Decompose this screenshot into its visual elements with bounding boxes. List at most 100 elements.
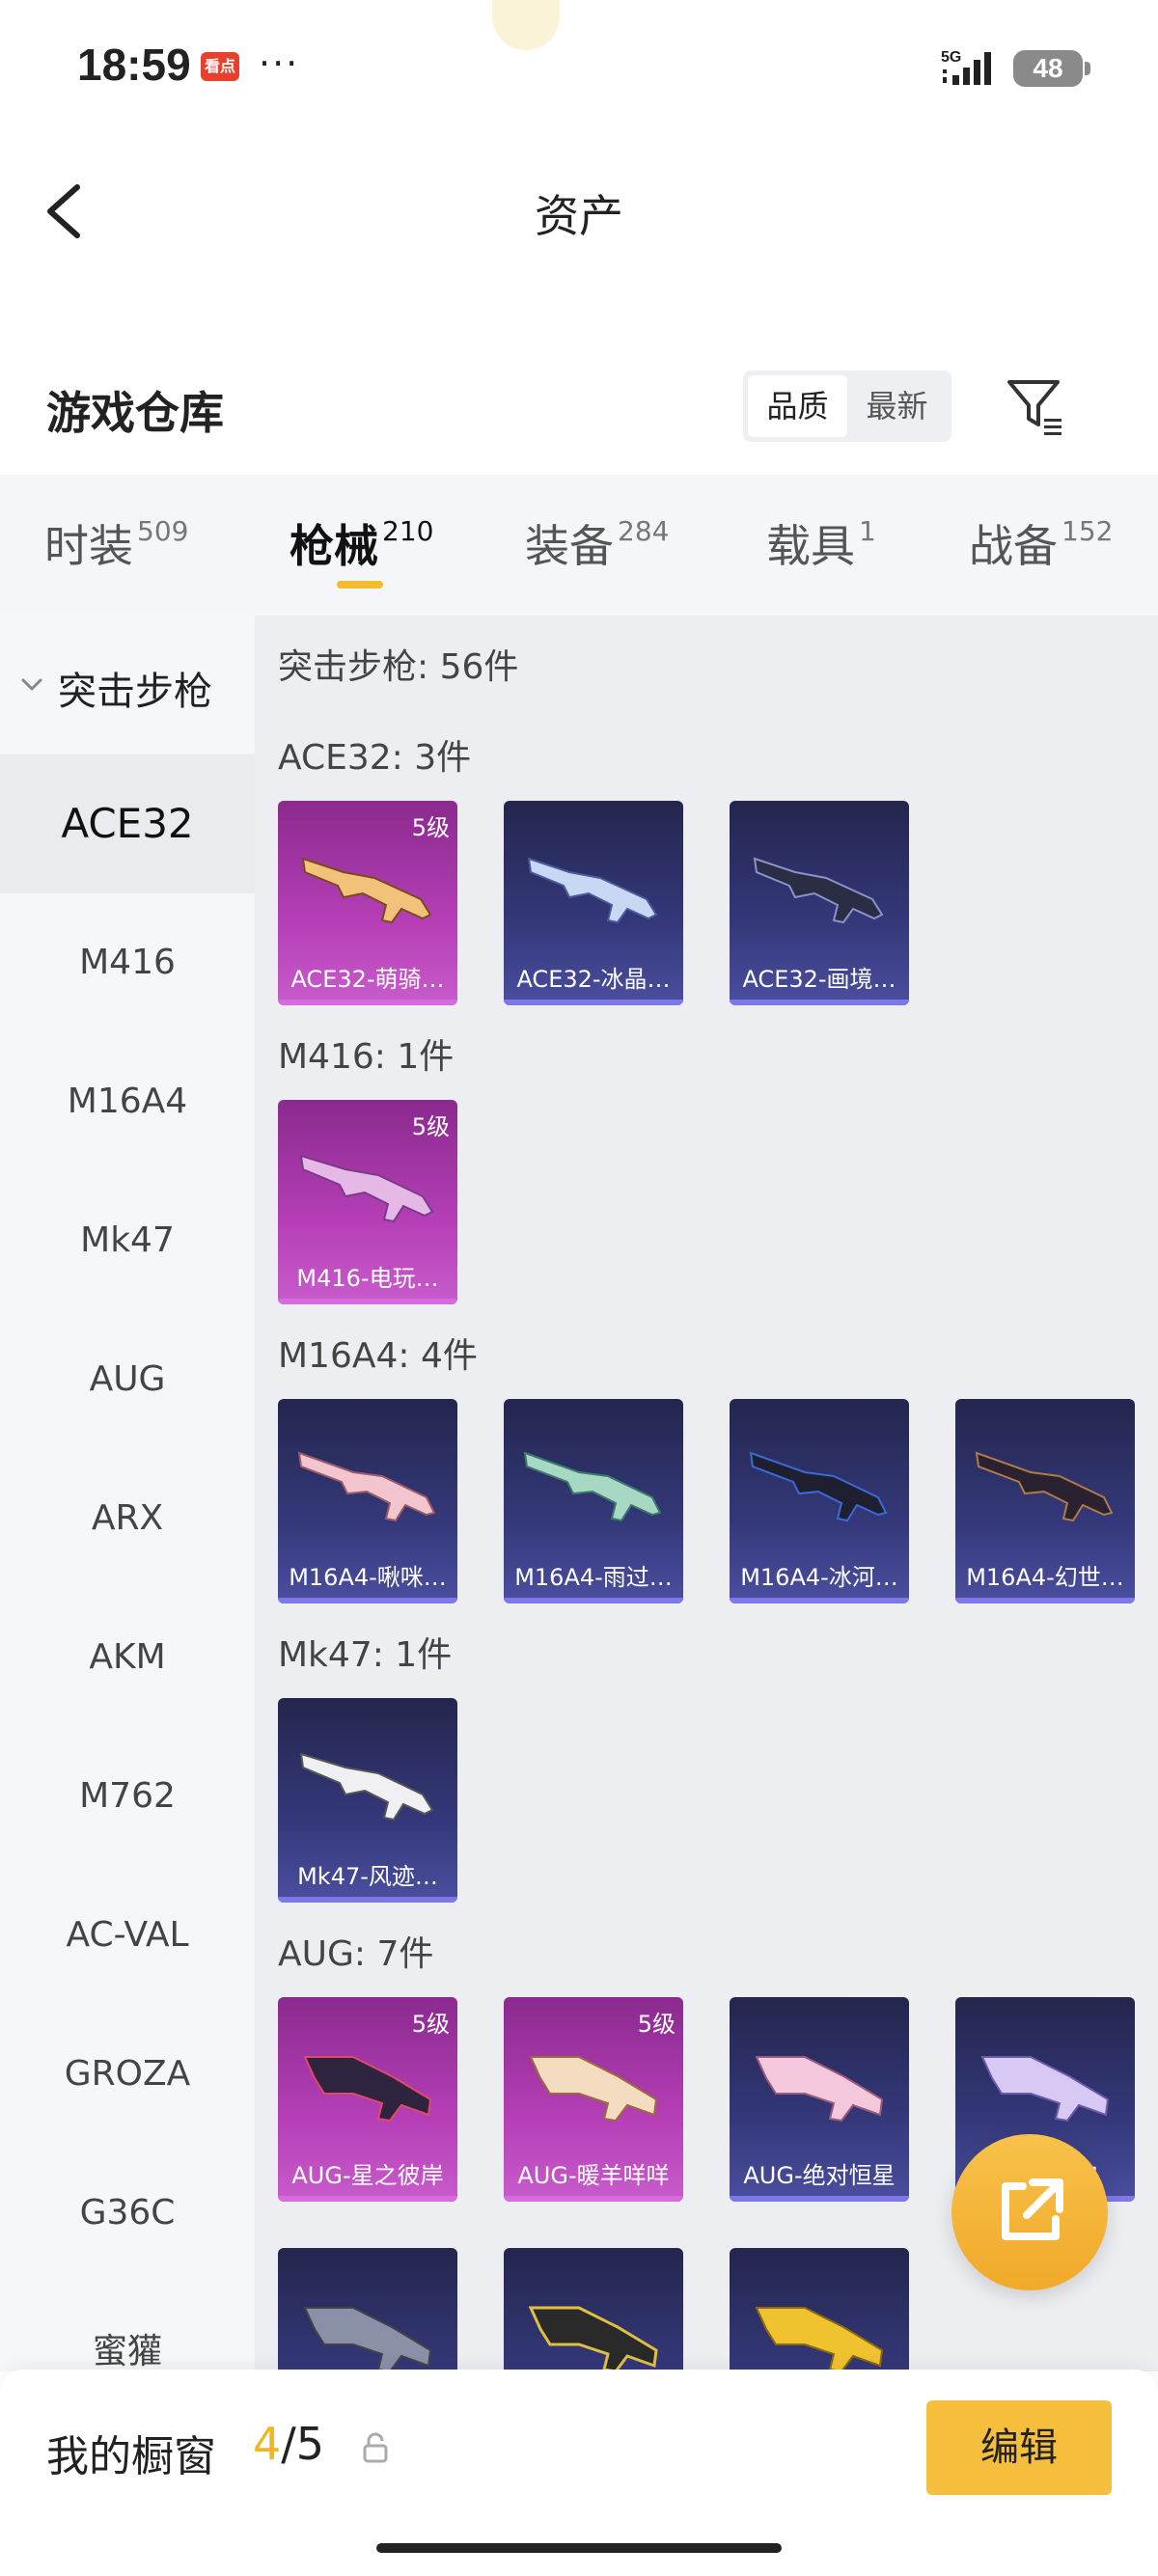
weapon-card[interactable] xyxy=(504,2248,683,2371)
more-notifications-icon: ··· xyxy=(259,42,300,85)
rarity-bar xyxy=(955,1598,1135,1603)
tab-fashion[interactable]: 时装 509 xyxy=(44,511,188,575)
rifle-icon xyxy=(523,1451,662,1522)
sidebar-item-ac-val[interactable]: AC-VAL xyxy=(0,1866,255,2005)
tab-battle-gear[interactable]: 战备 152 xyxy=(969,511,1113,575)
tab-count: 509 xyxy=(137,515,189,547)
weapon-name: M16A4-幻世… xyxy=(966,1564,1124,1591)
weapon-card[interactable]: AUG-绝对恒星 xyxy=(730,1997,909,2202)
tab-vehicles[interactable]: 载具 1 xyxy=(766,511,876,575)
sort-by-newest-button[interactable]: 最新 xyxy=(847,375,947,437)
edit-button[interactable]: 编辑 xyxy=(926,2400,1112,2495)
weapon-type-sidebar: 突击步枪 ACE32 M416 M16A4 Mk47 AUG ARX AKM M… xyxy=(0,616,255,2371)
rarity-bar xyxy=(278,2196,457,2202)
rarity-bar xyxy=(504,2196,683,2202)
weapon-name: AUG-星之彼岸 xyxy=(291,2162,444,2189)
tab-count: 210 xyxy=(382,515,434,547)
weapon-card[interactable]: Mk47-风迹… xyxy=(278,1698,457,1903)
share-button[interactable] xyxy=(951,2134,1108,2290)
section-label: M16A4: 4件 xyxy=(278,1336,478,1376)
app-notification-icon: 看点 xyxy=(201,52,239,81)
level-badge: 5级 xyxy=(411,2011,450,2038)
sidebar-item-ace32[interactable]: ACE32 xyxy=(0,754,255,893)
weapon-card[interactable]: 5级 AUG-暖羊咩咩 xyxy=(504,1997,683,2202)
weapon-card[interactable]: M16A4-啾咪… xyxy=(278,1399,457,1603)
sidebar-item-g36c[interactable]: G36C xyxy=(0,2144,255,2283)
battery-icon: 48 xyxy=(1013,50,1090,87)
warehouse-title: 游戏仓库 xyxy=(46,387,224,439)
weapon-card[interactable] xyxy=(730,2248,909,2371)
weapon-name: M16A4-冰河… xyxy=(740,1564,898,1591)
active-tab-indicator xyxy=(337,581,383,589)
tab-count: 1 xyxy=(859,515,876,547)
rarity-bar xyxy=(730,2196,909,2202)
weapon-card[interactable]: M16A4-冰河… xyxy=(730,1399,909,1603)
rifle-icon xyxy=(975,1451,1114,1522)
weapon-name: AUG-暖羊咩咩 xyxy=(517,2162,670,2189)
rifle-icon xyxy=(527,857,658,924)
sidebar-item-groza[interactable]: GROZA xyxy=(0,2005,255,2144)
page-title: 资产 xyxy=(535,190,623,242)
level-badge: 5级 xyxy=(637,2011,676,2038)
rifle-icon xyxy=(755,2307,884,2371)
section-label: Mk47: 1件 xyxy=(278,1635,453,1675)
weapon-card[interactable]: M16A4-雨过… xyxy=(504,1399,683,1603)
showcase-current: 4 xyxy=(253,2418,282,2470)
sidebar-item-aug[interactable]: AUG xyxy=(0,1310,255,1449)
sidebar-item-mk47[interactable]: Mk47 xyxy=(0,1171,255,1310)
weapon-card[interactable]: 5级 AUG-星之彼岸 xyxy=(278,1997,457,2202)
showcase-count: 4/5 xyxy=(253,2418,324,2470)
sidebar-item-arx[interactable]: ARX xyxy=(0,1449,255,1588)
tab-equipment[interactable]: 装备 284 xyxy=(525,511,669,575)
weapon-name: M16A4-啾咪… xyxy=(289,1564,447,1591)
showcase-total: /5 xyxy=(281,2418,325,2470)
section-label: ACE32: 3件 xyxy=(278,738,472,778)
weapon-card[interactable]: ACE32-冰晶… xyxy=(504,801,683,1005)
rifle-icon xyxy=(303,2307,432,2371)
top-nav: 资产 xyxy=(0,154,1158,260)
sidebar-group-assault-rifle[interactable]: 突击步枪 xyxy=(0,616,255,754)
filter-icon[interactable] xyxy=(1004,374,1067,438)
rarity-bar xyxy=(730,1598,909,1603)
home-indicator xyxy=(376,2543,782,2553)
weapon-name: M416-电玩… xyxy=(296,1265,439,1292)
showcase-label: 我的橱窗 xyxy=(46,2432,216,2481)
rarity-bar xyxy=(278,1897,457,1903)
rifle-icon xyxy=(749,1451,888,1522)
rarity-bar xyxy=(278,1299,457,1304)
weapon-name: ACE32-画境… xyxy=(742,966,896,993)
weapon-card[interactable]: ACE32-画境… xyxy=(730,801,909,1005)
sidebar-item-m16a4[interactable]: M16A4 xyxy=(0,1032,255,1171)
rarity-bar xyxy=(504,1598,683,1603)
tab-label: 战备 xyxy=(969,520,1058,572)
weapon-name: Mk47-风迹… xyxy=(297,1863,438,1890)
weapon-name: M16A4-雨过… xyxy=(514,1564,673,1591)
weapon-card[interactable]: 5级 ACE32-萌骑… xyxy=(278,801,457,1005)
section-label: AUG: 7件 xyxy=(278,1934,434,1974)
sidebar-item-akm[interactable]: AKM xyxy=(0,1588,255,1727)
weapon-card[interactable]: M16A4-幻世… xyxy=(955,1399,1135,1603)
rifle-icon xyxy=(297,1451,436,1522)
rarity-bar xyxy=(278,1000,457,1005)
weapon-card[interactable] xyxy=(278,2248,457,2371)
tab-count: 284 xyxy=(618,515,670,547)
rifle-icon xyxy=(980,2056,1110,2123)
rifle-icon xyxy=(299,1752,434,1822)
rarity-bar xyxy=(730,1000,909,1005)
chevron-down-icon xyxy=(21,678,42,691)
category-tabs: 时装 509 枪械 210 装备 284 载具 1 战备 152 xyxy=(0,475,1158,616)
status-bar: 18:59 看点 ··· 5G 48 xyxy=(0,0,1158,135)
sidebar-group-label: 突击步枪 xyxy=(58,670,212,714)
weapon-card[interactable]: 5级 M416-电玩… xyxy=(278,1100,457,1304)
level-badge: 5级 xyxy=(411,1113,450,1140)
weapon-name: ACE32-萌骑… xyxy=(290,966,445,993)
sort-by-quality-button[interactable]: 品质 xyxy=(748,375,847,437)
tab-guns[interactable]: 枪械 210 xyxy=(290,511,433,575)
rifle-icon xyxy=(755,2056,884,2123)
sidebar-item-m416[interactable]: M416 xyxy=(0,893,255,1032)
rifle-icon xyxy=(528,2306,658,2371)
level-badge: 5级 xyxy=(411,814,450,841)
sidebar-item-m762[interactable]: M762 xyxy=(0,1727,255,1866)
tab-label: 载具 xyxy=(766,520,855,572)
showcase-bar: 我的橱窗 4/5 编辑 xyxy=(0,2370,1158,2576)
